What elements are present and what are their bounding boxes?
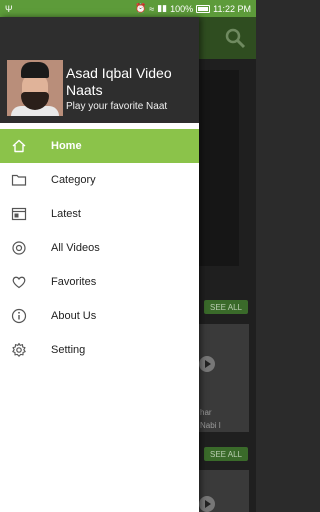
drawer-menu: Home Category Latest All Videos Favorite… [0, 129, 199, 367]
drawer-header: Asad Iqbal Video Naats Play your favorit… [0, 17, 199, 123]
app-subtitle: Play your favorite Naat [66, 101, 168, 112]
menu-item-label: Home [51, 140, 82, 152]
clock: 11:22 PM [213, 3, 251, 14]
see-all-button[interactable]: SEE ALL [204, 300, 248, 314]
background-card-subtitle: Nabi I [200, 421, 221, 430]
menu-item-category[interactable]: Category [0, 163, 199, 197]
menu-item-latest[interactable]: Latest [0, 197, 199, 231]
menu-item-label: Setting [51, 344, 86, 356]
usb-icon: Ψ [5, 3, 13, 14]
background-banner [199, 70, 239, 266]
battery-icon [196, 4, 211, 13]
gear-icon [11, 342, 27, 358]
folder-icon [11, 172, 27, 188]
info-icon [11, 308, 27, 324]
menu-item-all-videos[interactable]: All Videos [0, 231, 199, 265]
app-title: Asad Iqbal Video Naats [66, 65, 172, 98]
background-card-title: har [200, 408, 212, 417]
wifi-icon: ≈ [149, 3, 155, 14]
video-icon [11, 240, 27, 256]
latest-icon [11, 206, 27, 222]
home-icon [11, 138, 27, 154]
heart-icon [11, 274, 27, 290]
avatar [7, 60, 63, 116]
menu-item-label: Favorites [51, 276, 97, 288]
menu-item-label: Latest [51, 208, 81, 220]
menu-item-label: About Us [51, 310, 97, 322]
menu-item-setting[interactable]: Setting [0, 333, 199, 367]
menu-item-favorites[interactable]: Favorites [0, 265, 199, 299]
battery-percent: 100% [170, 3, 194, 14]
menu-item-home[interactable]: Home [0, 129, 199, 163]
play-icon-2 [199, 496, 215, 512]
menu-item-label: All Videos [51, 242, 100, 254]
menu-item-label: Category [51, 174, 96, 186]
play-icon [199, 356, 215, 372]
alarm-icon: ⏰ [135, 3, 147, 13]
signal-icon: ▮▮ [157, 3, 168, 13]
menu-item-about-us[interactable]: About Us [0, 299, 199, 333]
search-icon[interactable] [224, 27, 246, 49]
see-all-button-2[interactable]: SEE ALL [204, 447, 248, 461]
status-bar: Ψ ⏰ ≈ ▮▮ 100% 11:22 PM [0, 0, 256, 17]
navigation-drawer: Asad Iqbal Video Naats Play your favorit… [0, 17, 199, 512]
